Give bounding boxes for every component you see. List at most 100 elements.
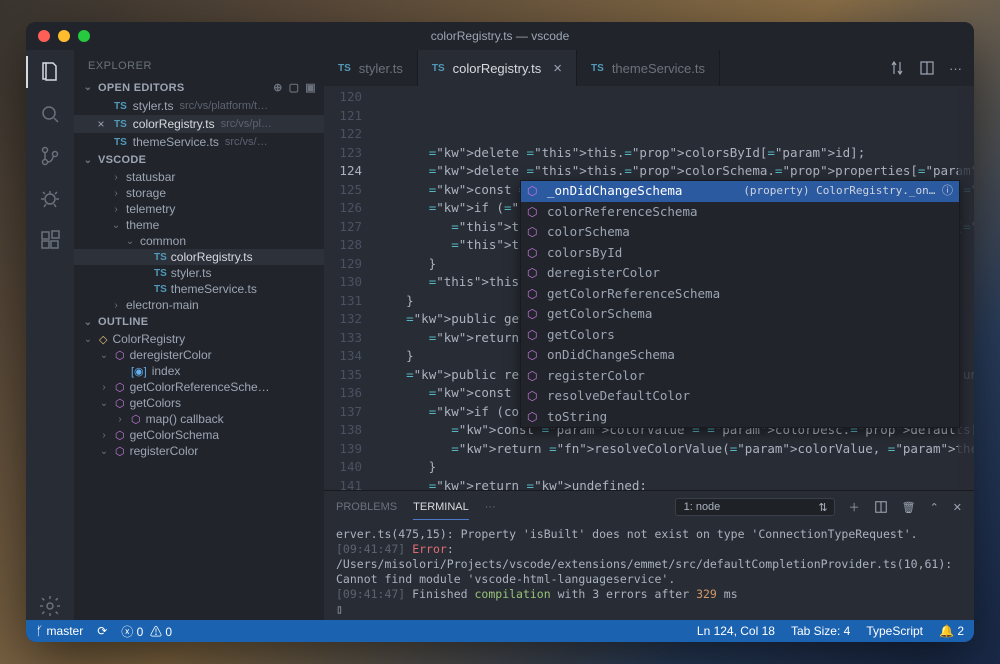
open-editor-item[interactable]: ×TScolorRegistry.ts src/vs/pl… [74, 115, 324, 133]
minimize-window-button[interactable] [58, 30, 70, 42]
source-control-icon[interactable] [36, 142, 64, 170]
outline-label: deregisterColor [130, 348, 212, 362]
outline-item[interactable]: ›⬡getColorSchema [74, 427, 324, 443]
outline-header[interactable]: ⌄ OUTLINE [74, 313, 324, 331]
suggest-item[interactable]: ⬡colorReferenceSchema [521, 202, 959, 223]
tab-actions: ··· [877, 50, 974, 86]
more-icon[interactable]: ··· [949, 61, 962, 76]
chevron-icon: ⌄ [110, 220, 122, 231]
close-panel-icon[interactable]: ✕ [953, 501, 962, 514]
editor[interactable]: 1201211221231241251261271281291301311321… [324, 86, 974, 490]
suggest-item[interactable]: ⬡colorSchema [521, 222, 959, 243]
suggest-item[interactable]: ⬡_onDidChangeSchema(property) ColorRegis… [521, 181, 959, 202]
tree-item[interactable]: ›electron-main [74, 297, 324, 313]
suggest-label: resolveDefaultColor [547, 387, 690, 406]
open-editor-item[interactable]: TSthemeService.ts src/vs/… [74, 133, 324, 151]
sync-icon[interactable]: ⟳ [97, 624, 107, 638]
tree-item[interactable]: ›telemetry [74, 201, 324, 217]
suggest-item[interactable]: ⬡onDidChangeSchema [521, 345, 959, 366]
terminal-output[interactable]: erver.ts(475,15): Property 'isBuilt' doe… [324, 523, 974, 620]
activity-bar [26, 50, 74, 620]
extensions-icon[interactable] [36, 226, 64, 254]
tab-terminal[interactable]: TERMINAL [413, 495, 469, 520]
split-terminal-icon[interactable] [874, 500, 888, 514]
kill-terminal-icon[interactable]: 🗑 [902, 501, 916, 514]
save-all-icon[interactable]: ▢ [289, 81, 300, 94]
suggest-item[interactable]: ⬡resolveDefaultColor [521, 386, 959, 407]
suggest-label: getColorReferenceSchema [547, 285, 720, 304]
close-all-icon[interactable]: ▣ [305, 81, 316, 94]
editor-tab[interactable]: TS themeService.ts [577, 50, 720, 86]
compare-icon[interactable] [889, 60, 905, 76]
workspace-header[interactable]: ⌄ VSCODE [74, 151, 324, 169]
outline-item[interactable]: ⌄◇ColorRegistry [74, 331, 324, 347]
close-icon[interactable]: × [94, 117, 108, 131]
editor-tab[interactable]: TScolorRegistry.ts× [418, 50, 577, 86]
intellisense-popup[interactable]: ⬡_onDidChangeSchema(property) ColorRegis… [520, 180, 960, 428]
outline-item[interactable]: ⌄⬡registerColor [74, 443, 324, 459]
search-icon[interactable] [36, 100, 64, 128]
symbol-icon: ⬡ [527, 203, 541, 222]
tree-item[interactable]: ⌄theme [74, 217, 324, 233]
language-mode[interactable]: TypeScript [866, 624, 923, 638]
tree-item[interactable]: TSthemeService.ts [74, 281, 324, 297]
tree-item[interactable]: TScolorRegistry.ts [74, 249, 324, 265]
chevron-icon: ⌄ [82, 334, 94, 345]
tab-problems[interactable]: PROBLEMS [336, 495, 397, 519]
suggest-item[interactable]: ⬡registerColor [521, 366, 959, 387]
tree-item[interactable]: ⌄common [74, 233, 324, 249]
suggest-item[interactable]: ⬡colorsById [521, 243, 959, 264]
outline-item[interactable]: ⌄⬡getColors [74, 395, 324, 411]
editor-tab[interactable]: TSstyler.ts [324, 50, 418, 86]
debug-icon[interactable] [36, 184, 64, 212]
suggest-item[interactable]: ⬡getColorSchema [521, 304, 959, 325]
typescript-icon: TS [114, 137, 127, 148]
close-window-button[interactable] [38, 30, 50, 42]
outline-item[interactable]: ›⬡getColorReferenceSche… [74, 379, 324, 395]
git-branch[interactable]: ᚶ master [36, 624, 83, 638]
suggest-label: getColorSchema [547, 305, 652, 324]
terminal-select[interactable]: 1: node ⇅ [675, 498, 835, 516]
suggest-item[interactable]: ⬡toString [521, 407, 959, 428]
suggest-label: getColors [547, 326, 615, 345]
tab-size[interactable]: Tab Size: 4 [791, 624, 850, 638]
close-tab-icon[interactable]: × [553, 60, 562, 77]
problems-status[interactable]: ⓧ 0 ⚠ 0 [121, 623, 172, 640]
open-editors-header[interactable]: ⌄ OPEN EDITORS ⊕ ▢ ▣ [74, 78, 324, 97]
suggest-item[interactable]: ⬡getColorReferenceSchema [521, 284, 959, 305]
suggest-item[interactable]: ⬡deregisterColor [521, 263, 959, 284]
typescript-icon: TS [591, 63, 604, 74]
terminal-select-label: 1: node [684, 501, 721, 513]
outline-item[interactable]: ⌄⬡deregisterColor [74, 347, 324, 363]
tree-item-label: storage [126, 186, 166, 200]
new-terminal-icon[interactable]: ＋ [849, 499, 860, 515]
more-icon[interactable]: ··· [485, 501, 496, 513]
tree-item[interactable]: › storage [74, 185, 324, 201]
chevron-icon: ⌄ [98, 398, 110, 409]
tree-item[interactable]: TSstyler.ts [74, 265, 324, 281]
split-editor-icon[interactable] [919, 60, 935, 76]
chevron-icon: › [110, 188, 122, 199]
symbol-icon: ⬡ [527, 182, 541, 201]
open-editor-item[interactable]: TSstyler.ts src/vs/platform/t… [74, 97, 324, 115]
cursor-position[interactable]: Ln 124, Col 18 [697, 624, 775, 638]
tree-item[interactable]: ›statusbar [74, 169, 324, 185]
sidebar: EXPLORER ⌄ OPEN EDITORS ⊕ ▢ ▣ TSstyler.t… [74, 50, 324, 620]
minimap[interactable] [958, 86, 974, 490]
explorer-icon[interactable] [36, 58, 64, 86]
outline-label: index [152, 364, 181, 378]
outline-item[interactable]: [◉]index [74, 363, 324, 379]
maximize-window-button[interactable] [78, 30, 90, 42]
suggest-item[interactable]: ⬡getColors [521, 325, 959, 346]
suggest-label: onDidChangeSchema [547, 346, 675, 365]
tab-label: themeService.ts [612, 61, 705, 76]
outline-item[interactable]: ›⬡map() callback [74, 411, 324, 427]
new-file-icon[interactable]: ⊕ [273, 81, 283, 94]
tree-item-label: electron-main [126, 298, 199, 312]
typescript-icon: TS [114, 101, 127, 112]
suggest-label: colorSchema [547, 223, 630, 242]
tab-bar: TSstyler.tsTScolorRegistry.ts× TS themeSer… [324, 50, 974, 86]
maximize-panel-icon[interactable]: ⌃ [930, 501, 939, 514]
notifications[interactable]: 🔔 2 [939, 624, 964, 638]
settings-icon[interactable] [36, 592, 64, 620]
